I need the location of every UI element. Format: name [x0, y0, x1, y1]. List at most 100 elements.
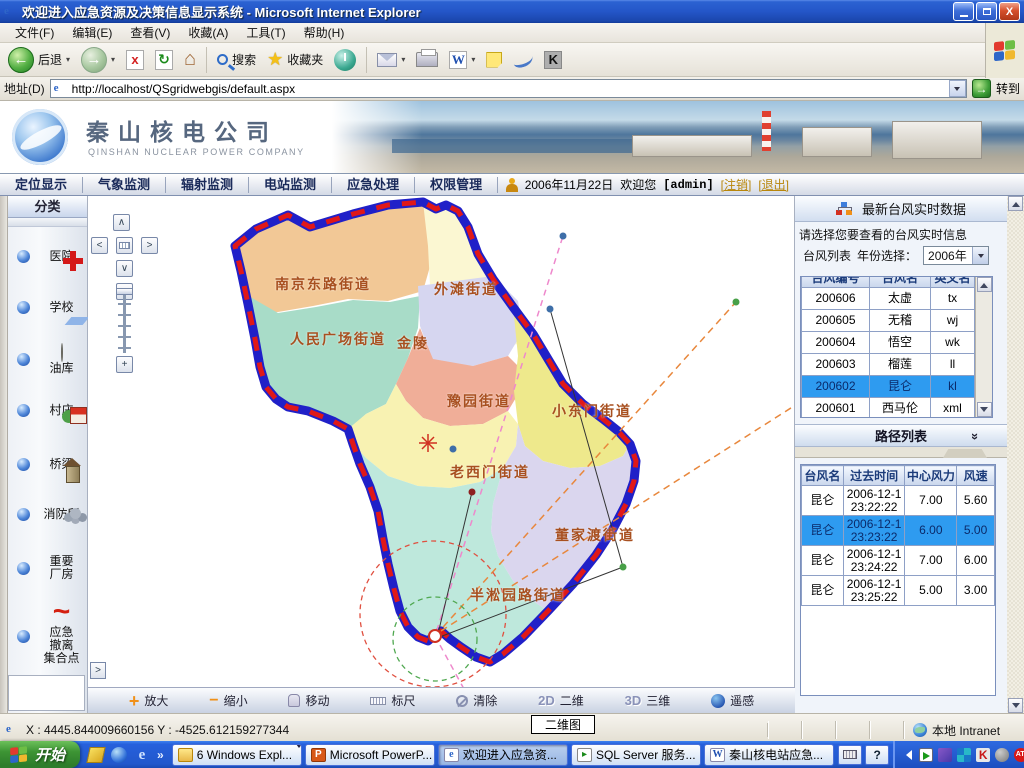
nav-tab[interactable]: 应急处理: [332, 177, 415, 193]
menu-item[interactable]: 帮助(H): [295, 22, 354, 43]
path-row[interactable]: 昆仑2006-12-1 23:23:226.005.00: [802, 516, 995, 546]
logout-link[interactable]: [注销]: [721, 176, 752, 193]
mail-dropdown-icon[interactable]: ▾: [401, 55, 405, 64]
page-scrollbar[interactable]: [1007, 196, 1024, 713]
search-button[interactable]: 搜索: [213, 49, 260, 70]
sidebar-item-hospital[interactable]: 医院: [8, 233, 87, 279]
quicklaunch-overflow-icon[interactable]: »: [157, 748, 164, 762]
map-tool-remote[interactable]: 遥感: [711, 692, 754, 709]
path-list-header[interactable]: 路径列表 »: [795, 424, 1007, 447]
district-map[interactable]: [88, 196, 795, 687]
sidebar-item-assembly[interactable]: ~应急撤离集合点: [8, 599, 87, 673]
print-button[interactable]: [412, 50, 442, 69]
pan-left-button[interactable]: <: [91, 237, 108, 254]
typhoon-table-scrollbar[interactable]: [975, 277, 992, 417]
zoom-slider-handle[interactable]: [116, 288, 133, 295]
stop-button[interactable]: x: [122, 48, 148, 72]
start-button[interactable]: 开始: [0, 741, 80, 768]
sidebar-item-fire[interactable]: 消防所: [8, 491, 87, 537]
zoom-in-step-button[interactable]: +: [116, 356, 133, 373]
sidebar-item-plant[interactable]: 重要厂房: [8, 537, 87, 599]
pan-right-button[interactable]: >: [141, 237, 158, 254]
menu-item[interactable]: 收藏(A): [179, 22, 237, 43]
scroll-down-button[interactable]: [977, 402, 992, 417]
address-input[interactable]: e http://localhost/QSgridwebgis/default.…: [50, 79, 967, 98]
favorites-button[interactable]: ★ 收藏夹: [263, 47, 327, 72]
year-dropdown-icon[interactable]: [972, 247, 988, 264]
back-button[interactable]: ← 后退 ▾: [4, 45, 74, 75]
sidebar-collapse-button[interactable]: >: [90, 662, 106, 679]
mail-button[interactable]: ▾: [373, 51, 409, 69]
taskbar-task[interactable]: e欢迎进入应急资...: [438, 744, 568, 766]
splitter-bar[interactable]: [795, 447, 1007, 458]
taskbar-task[interactable]: ▸SQL Server 服务...: [571, 744, 701, 766]
tray-chevron-icon[interactable]: [901, 750, 912, 760]
back-dropdown-icon[interactable]: ▾: [66, 55, 70, 64]
kaspersky-button[interactable]: K: [540, 49, 566, 71]
forward-button[interactable]: → ▾: [77, 45, 119, 75]
edit-word-button[interactable]: W▾: [445, 49, 479, 71]
messenger-button[interactable]: [509, 51, 537, 69]
menu-item[interactable]: 编辑(E): [63, 22, 121, 43]
path-row[interactable]: 昆仑2006-12-1 23:24:227.006.00: [802, 546, 995, 576]
map-tool-pan[interactable]: 移动: [288, 692, 329, 709]
nav-tab[interactable]: 气象监测: [83, 177, 166, 193]
typhoon-row[interactable]: 200605无稽wj: [802, 310, 975, 332]
msn-icon[interactable]: [111, 747, 127, 763]
nav-tab[interactable]: 辐射监测: [166, 177, 249, 193]
map-tool-mode-3d[interactable]: 3D三维: [625, 692, 671, 709]
menu-item[interactable]: 工具(T): [237, 22, 294, 43]
tray-app-icon[interactable]: [938, 748, 952, 762]
address-dropdown-button[interactable]: [949, 80, 966, 97]
nav-tab[interactable]: 定位显示: [0, 177, 83, 193]
page-scroll-up-button[interactable]: [1008, 196, 1023, 211]
path-row[interactable]: 昆仑2006-12-1 23:25:225.003.00: [802, 576, 995, 606]
pan-down-button[interactable]: ∨: [116, 260, 133, 277]
typhoon-row[interactable]: 200602昆仑kl: [802, 376, 975, 398]
taskbar-task[interactable]: 6 Windows Expl...: [172, 744, 302, 766]
task-group-dropdown-icon[interactable]: [296, 748, 302, 762]
menu-item[interactable]: 文件(F): [6, 22, 63, 43]
edit-dropdown-icon[interactable]: ▾: [471, 55, 475, 64]
close-button[interactable]: X: [999, 2, 1020, 21]
minimize-button[interactable]: [953, 2, 974, 21]
typhoon-row[interactable]: 200604悟空wk: [802, 332, 975, 354]
ie-quicklaunch-icon[interactable]: e: [134, 747, 150, 763]
page-scroll-down-button[interactable]: [1008, 698, 1023, 713]
exit-link[interactable]: [退出]: [758, 176, 789, 193]
center-ruler-button[interactable]: [116, 237, 133, 254]
nav-tab[interactable]: 电站监测: [249, 177, 332, 193]
tray-grid-icon[interactable]: [957, 748, 971, 762]
sidebar-item-school[interactable]: 学校: [8, 279, 87, 335]
nav-tab[interactable]: 权限管理: [415, 177, 498, 193]
map-tool-zoom-out[interactable]: −缩小: [209, 692, 247, 709]
typhoon-row[interactable]: 200601西马伦xml: [802, 398, 975, 418]
taskbar-task[interactable]: W秦山核电站应急...: [704, 744, 834, 766]
map-tool-clear[interactable]: 清除: [456, 692, 497, 709]
map-tool-zoom-in[interactable]: +放大: [129, 692, 169, 709]
typhoon-row[interactable]: 200606太虚tx: [802, 288, 975, 310]
tray-sql-icon[interactable]: [919, 748, 933, 762]
language-keyboard-button[interactable]: [838, 745, 862, 765]
refresh-button[interactable]: ↻: [151, 48, 177, 72]
taskbar-task[interactable]: PMicrosoft PowerP...: [305, 744, 435, 766]
sidebar-item-village[interactable]: 村庄: [8, 383, 87, 437]
collapse-chevron-icon[interactable]: »: [968, 433, 983, 440]
forward-dropdown-icon[interactable]: ▾: [111, 55, 115, 64]
notes-button[interactable]: [482, 50, 506, 70]
show-desktop-icon[interactable]: [86, 747, 105, 763]
restore-button[interactable]: [976, 2, 997, 21]
history-button[interactable]: [330, 47, 360, 73]
map-canvas[interactable]: 南京东路街道外滩街道人民广场街道金陵豫园街道小东门街道老西门街道董家渡街道半淞园…: [88, 196, 795, 687]
go-button[interactable]: →: [972, 79, 991, 98]
sidebar-item-bridge[interactable]: 桥梁: [8, 437, 87, 491]
pan-up-button[interactable]: ∧: [113, 214, 130, 231]
tray-kaspersky-icon[interactable]: K: [976, 748, 990, 762]
typhoon-row[interactable]: 200603榴莲ll: [802, 354, 975, 376]
map-tool-ruler[interactable]: 标尺: [370, 692, 415, 709]
path-row[interactable]: 昆仑2006-12-1 23:22:227.005.60: [802, 486, 995, 516]
help-button[interactable]: ?: [865, 745, 889, 765]
year-select[interactable]: 2006年: [923, 246, 989, 265]
tray-volume-icon[interactable]: [995, 748, 1009, 762]
map-tool-mode-2d[interactable]: 2D二维: [538, 692, 584, 709]
